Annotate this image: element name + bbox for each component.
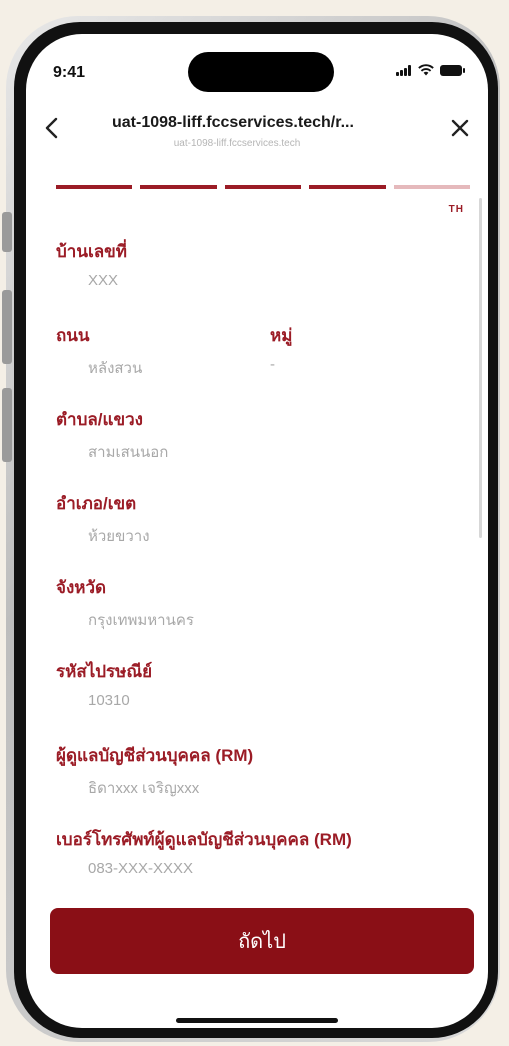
wifi-icon [418, 64, 434, 76]
battery-icon [440, 64, 465, 76]
subdistrict-label: ตำบล/แขวง [56, 410, 143, 429]
rm-phone-label: เบอร์โทรศัพท์ผู้ดูแลบัญชีส่วนบุคคล (RM) [56, 830, 352, 849]
progress-step [224, 185, 302, 189]
status-time: 9:41 [53, 64, 86, 81]
progress-step [393, 185, 471, 189]
rm-phone-value: 083-XXX-XXXX [88, 860, 194, 877]
side-button [2, 290, 12, 364]
side-button [2, 388, 12, 462]
language-toggle[interactable]: TH [449, 204, 464, 215]
province-value: กรุงเทพมหานคร [88, 612, 194, 629]
signal-icon [396, 64, 412, 76]
postal-code-label: รหัสไปรษณีย์ [56, 662, 153, 681]
phone-screen: 9:41 uat-1098-liff.fccservices.tech/r...… [26, 34, 488, 1028]
postal-code-value: 10310 [88, 692, 130, 709]
chevron-left-icon [45, 117, 58, 139]
subdistrict-value: สามเสนนอก [88, 444, 169, 461]
home-indicator[interactable] [176, 1018, 338, 1023]
progress-step [56, 185, 133, 189]
road-label: ถนน [56, 326, 90, 345]
side-button [2, 212, 12, 252]
status-icons [396, 64, 465, 76]
page-url-title: uat-1098-liff.fccservices.tech/r... [112, 114, 354, 131]
province-label: จังหวัด [56, 578, 107, 597]
house-no-label: บ้านเลขที่ [56, 242, 128, 261]
moo-value: - [270, 356, 275, 373]
progress-step [309, 185, 386, 189]
back-button[interactable] [44, 116, 60, 145]
road-value: หลังสวน [88, 360, 143, 377]
dynamic-island [188, 52, 334, 92]
house-no-value: XXX [88, 272, 119, 289]
next-button[interactable]: ถัดไป [50, 908, 474, 974]
step-progress [56, 185, 471, 189]
progress-step [140, 185, 217, 189]
close-button[interactable] [450, 116, 470, 142]
rm-name-label: ผู้ดูแลบัญชีส่วนบุคคล (RM) [56, 746, 254, 765]
moo-label: หมู่ [270, 326, 293, 345]
rm-name-value: ธิดาxxx เจริญxxx [88, 780, 200, 797]
page-url-subtitle: uat-1098-liff.fccservices.tech [173, 138, 301, 149]
district-value: ห้วยขวาง [88, 528, 150, 545]
district-label: อำเภอ/เขต [56, 494, 137, 513]
close-icon [451, 119, 469, 137]
scrollbar[interactable] [479, 198, 482, 538]
